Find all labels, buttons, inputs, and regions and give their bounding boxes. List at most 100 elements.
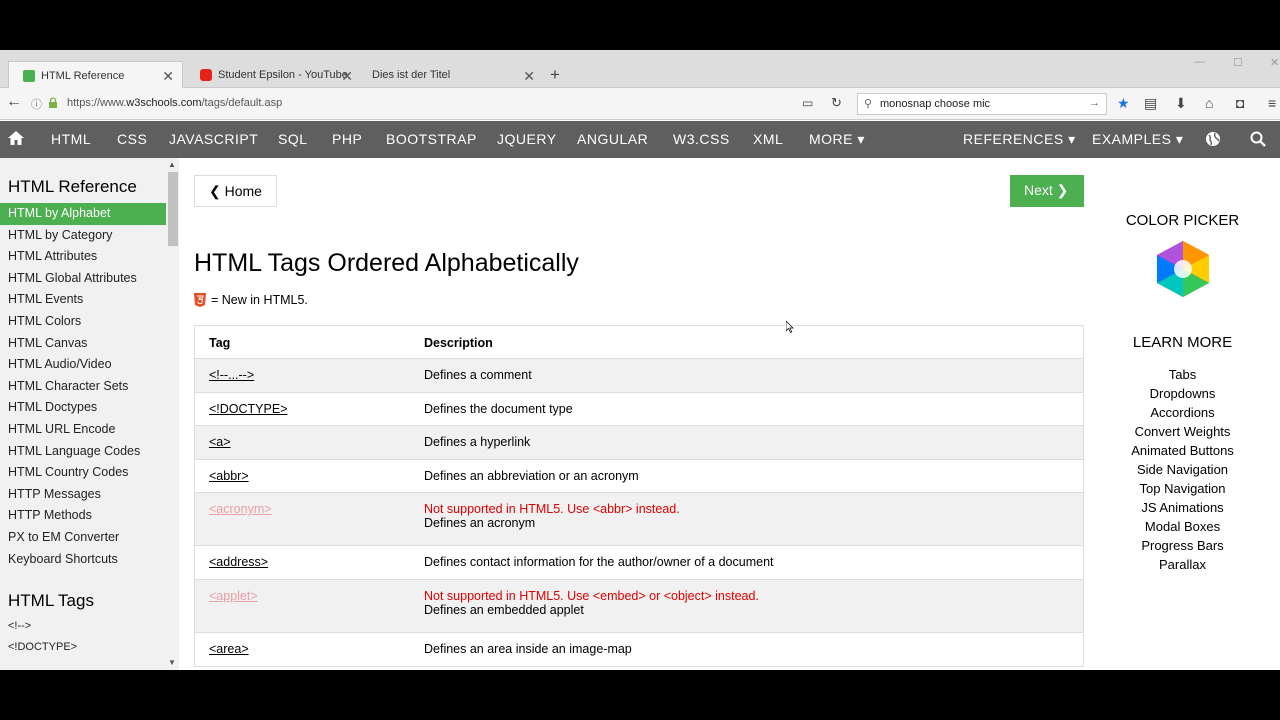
home-button[interactable]: ❮ Home (194, 175, 277, 207)
learn-more-link-js-animations[interactable]: JS Animations (1100, 500, 1265, 519)
nav-xml[interactable]: XML (753, 131, 783, 147)
search-input[interactable]: ⚲ monosnap choose mic → (857, 93, 1107, 115)
nav-html[interactable]: HTML (51, 131, 91, 147)
nav-more[interactable]: MORE ▾ (809, 131, 865, 148)
tab-dies-ist-der-titel[interactable]: Dies ist der Titel ✕ (358, 62, 543, 88)
color-picker-hexagon-icon[interactable] (1151, 239, 1215, 299)
color-picker-heading: COLOR PICKER (1125, 212, 1240, 229)
url-bar[interactable]: https://www.w3schools.com/tags/default.a… (67, 97, 282, 109)
tab-youtube[interactable]: Student Epsilon - YouTube ✕ (186, 62, 361, 88)
search-go-arrow-icon[interactable]: → (1089, 97, 1100, 109)
close-icon[interactable]: ✕ (341, 68, 353, 85)
reload-icon[interactable]: ↻ (831, 95, 842, 111)
home-icon[interactable]: ⌂ (1205, 95, 1213, 111)
nav-bootstrap[interactable]: BOOTSTRAP (386, 131, 477, 147)
search-icon[interactable] (1250, 131, 1266, 147)
sidebar-item-html-by-category[interactable]: HTML by Category (0, 225, 166, 247)
tag-link[interactable]: <!DOCTYPE> (209, 402, 288, 416)
column-header-tag: Tag (209, 336, 231, 350)
legend-text: = New in HTML5. (211, 293, 308, 307)
tag-description: Defines contact information for the auth… (424, 555, 774, 569)
learn-more-link-top-navigation[interactable]: Top Navigation (1100, 481, 1265, 500)
sidebar-item-html-events[interactable]: HTML Events (0, 289, 166, 311)
tab-html-reference[interactable]: HTML Reference ✕ (8, 61, 183, 89)
tag-link[interactable]: <area> (209, 642, 249, 656)
nav-javascript[interactable]: JAVASCRIPT (169, 131, 258, 147)
nav-sql[interactable]: SQL (278, 131, 308, 147)
new-tab-plus-icon[interactable]: + (550, 65, 560, 85)
nav-references[interactable]: REFERENCES ▾ (963, 131, 1076, 148)
bookmark-star-icon[interactable]: ★ (1117, 95, 1130, 112)
sidebar-item-px-to-em-converter[interactable]: PX to EM Converter (0, 527, 166, 549)
tag-link-deprecated[interactable]: <applet> (209, 589, 258, 603)
sidebar-item-html-global-attributes[interactable]: HTML Global Attributes (0, 268, 166, 290)
learn-more-link-dropdowns[interactable]: Dropdowns (1100, 386, 1265, 405)
bookmarks-library-icon[interactable]: ▤ (1144, 95, 1157, 112)
nav-angular[interactable]: ANGULAR (577, 131, 648, 147)
learn-more-link-accordions[interactable]: Accordions (1100, 405, 1265, 424)
tags-table: Tag Description <!--...--> Defines a com… (194, 325, 1084, 667)
nav-examples[interactable]: EXAMPLES ▾ (1092, 131, 1183, 148)
scroll-down-arrow-icon[interactable]: ▼ (168, 658, 176, 667)
learn-more-link-convert-weights[interactable]: Convert Weights (1100, 424, 1265, 443)
nav-php[interactable]: PHP (332, 131, 362, 147)
sidebar-item-keyboard-shortcuts[interactable]: Keyboard Shortcuts (0, 549, 166, 571)
minimize-icon[interactable]: — (1194, 56, 1205, 68)
learn-more-link-parallax[interactable]: Parallax (1100, 557, 1265, 576)
tag-link[interactable]: <address> (209, 555, 268, 569)
learn-more-link-progress-bars[interactable]: Progress Bars (1100, 538, 1265, 557)
globe-icon[interactable] (1205, 131, 1221, 147)
nav-w3css[interactable]: W3.CSS (673, 131, 730, 147)
learn-more-link-modal-boxes[interactable]: Modal Boxes (1100, 519, 1265, 538)
sidebar-item-tag[interactable]: <!--> (0, 617, 166, 638)
sidebar-item-html-country-codes[interactable]: HTML Country Codes (0, 462, 166, 484)
scroll-up-arrow-icon[interactable]: ▲ (168, 160, 176, 169)
home-icon[interactable] (7, 129, 25, 147)
navigation-bar: ← ⓘ https://www.w3schools.com/tags/defau… (0, 88, 1280, 120)
sidebar-item-html-doctypes[interactable]: HTML Doctypes (0, 397, 166, 419)
tag-link[interactable]: <a> (209, 435, 231, 449)
sidebar-item-html-character-sets[interactable]: HTML Character Sets (0, 376, 166, 398)
table-row: <!DOCTYPE> Defines the document type (195, 393, 1083, 426)
sidebar-item-html-attributes[interactable]: HTML Attributes (0, 246, 166, 268)
sidebar-scrollbar[interactable]: ▲ ▼ (166, 158, 179, 670)
browser-window: HTML Reference ✕ Student Epsilon - YouTu… (0, 50, 1280, 670)
scrollbar-thumb[interactable] (168, 172, 178, 246)
pocket-icon[interactable]: ◘ (1236, 95, 1244, 111)
download-icon[interactable]: ⬇ (1175, 95, 1187, 112)
tab-title: Student Epsilon - YouTube (218, 69, 348, 81)
close-icon[interactable]: ✕ (162, 68, 174, 85)
tag-link-deprecated[interactable]: <acronym> (209, 502, 272, 516)
table-row: <!--...--> Defines a comment (195, 359, 1083, 393)
sidebar-item-html-by-alphabet[interactable]: HTML by Alphabet (0, 203, 166, 225)
tag-link[interactable]: <!--...--> (209, 368, 254, 382)
lock-icon (49, 97, 57, 108)
html5-legend: = New in HTML5. (194, 293, 308, 307)
next-button[interactable]: Next ❯ (1010, 175, 1084, 207)
sidebar-item-html-audio-video[interactable]: HTML Audio/Video (0, 354, 166, 376)
sidebar-item-html-language-codes[interactable]: HTML Language Codes (0, 441, 166, 463)
nav-css[interactable]: CSS (117, 131, 147, 147)
learn-more-link-tabs[interactable]: Tabs (1100, 367, 1265, 386)
learn-more-heading: LEARN MORE (1132, 334, 1233, 351)
sidebar-item-html-canvas[interactable]: HTML Canvas (0, 333, 166, 355)
menu-icon[interactable]: ≡ (1268, 95, 1276, 111)
maximize-icon[interactable]: ☐ (1233, 56, 1243, 69)
sidebar-item-tag[interactable]: <!DOCTYPE> (0, 638, 166, 659)
sidebar-item-html-url-encode[interactable]: HTML URL Encode (0, 419, 166, 441)
learn-more-link-side-navigation[interactable]: Side Navigation (1100, 462, 1265, 481)
reader-view-icon[interactable]: ▭ (802, 96, 813, 110)
tag-description: Defines the document type (424, 402, 573, 416)
back-arrow-icon[interactable]: ← (6, 93, 22, 111)
tag-description: Defines an area inside an image-map (424, 642, 632, 656)
window-close-icon[interactable]: ✕ (1270, 56, 1279, 69)
table-row: <acronym> Not supported in HTML5. Use <a… (195, 493, 1083, 546)
sidebar-item-http-messages[interactable]: HTTP Messages (0, 484, 166, 506)
close-icon[interactable]: ✕ (523, 68, 535, 85)
learn-more-link-animated-buttons[interactable]: Animated Buttons (1100, 443, 1265, 462)
sidebar-item-html-colors[interactable]: HTML Colors (0, 311, 166, 333)
sidebar-item-http-methods[interactable]: HTTP Methods (0, 505, 166, 527)
info-icon[interactable]: ⓘ (31, 96, 42, 112)
nav-jquery[interactable]: JQUERY (497, 131, 557, 147)
tag-link[interactable]: <abbr> (209, 469, 249, 483)
